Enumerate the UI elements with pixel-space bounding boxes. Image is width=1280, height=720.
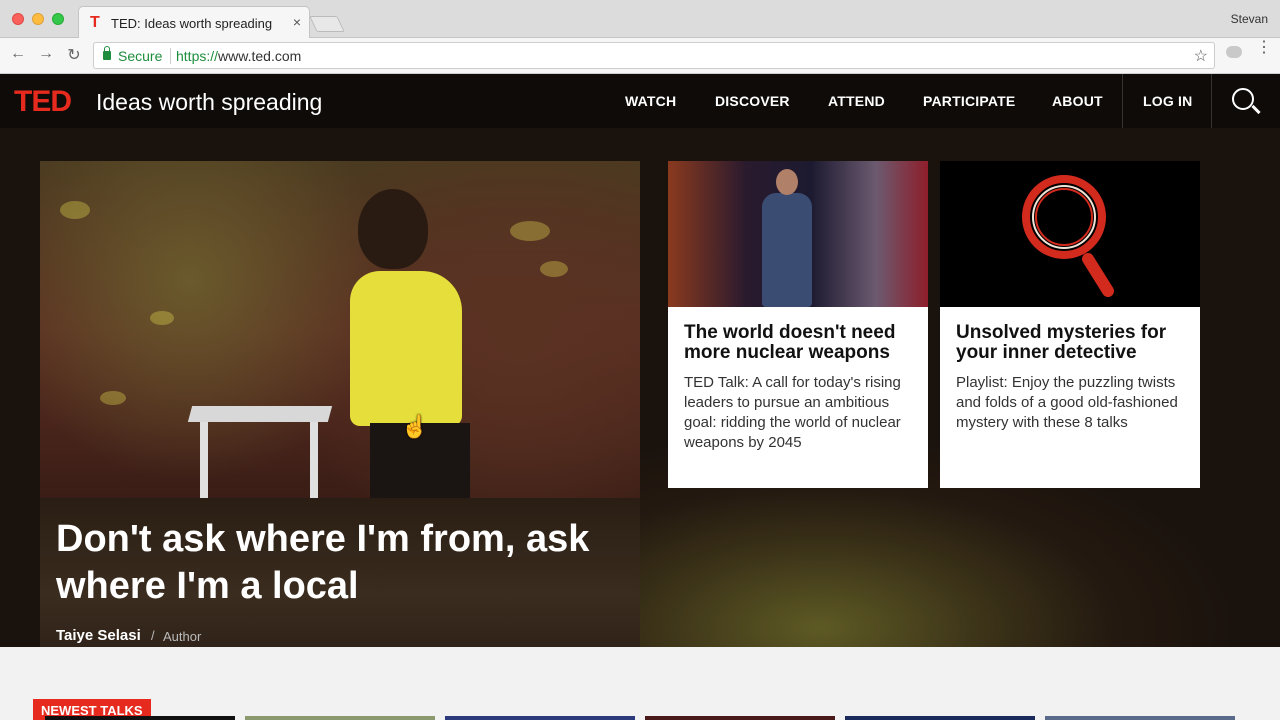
login-link[interactable]: LOG IN bbox=[1143, 93, 1192, 109]
talk-card-image[interactable] bbox=[668, 161, 928, 307]
url-text[interactable]: https://www.ted.com bbox=[176, 48, 301, 64]
profile-name[interactable]: Stevan bbox=[1231, 12, 1268, 26]
url-host: www.ted.com bbox=[218, 48, 302, 64]
author-separator: / bbox=[151, 628, 155, 643]
speaker-jacket bbox=[350, 271, 462, 426]
search-icon[interactable] bbox=[1232, 88, 1254, 110]
talk-thumbnail[interactable] bbox=[645, 716, 835, 720]
talk-thumbnail[interactable] bbox=[245, 716, 435, 720]
stage-light bbox=[60, 201, 90, 219]
featured-talk[interactable]: Don't ask where I'm from, ask where I'm … bbox=[40, 161, 640, 660]
speaker-figure bbox=[756, 169, 816, 307]
hand-cursor-icon: ☝ bbox=[401, 414, 429, 439]
site-tagline[interactable]: Ideas worth spreading bbox=[96, 89, 322, 116]
featured-talk-caption: Don't ask where I'm from, ask where I'm … bbox=[40, 498, 640, 660]
tab-title: TED: Ideas worth spreading bbox=[111, 16, 273, 31]
playlist-card-image[interactable] bbox=[940, 161, 1200, 307]
minimize-window-button[interactable] bbox=[32, 13, 44, 25]
featured-talk-image[interactable] bbox=[40, 161, 640, 498]
stage-light bbox=[510, 221, 550, 241]
talk-thumbnail[interactable] bbox=[845, 716, 1035, 720]
speaker-body bbox=[762, 193, 812, 307]
speaker-head bbox=[358, 189, 428, 269]
tab-close-icon[interactable]: × bbox=[293, 14, 301, 30]
stage-light bbox=[540, 261, 568, 277]
maximize-window-button[interactable] bbox=[52, 13, 64, 25]
close-window-button[interactable] bbox=[12, 13, 24, 25]
browser-menu-icon[interactable]: ⋮ bbox=[1256, 40, 1272, 56]
url-protocol: https:// bbox=[176, 48, 219, 64]
ted-logo[interactable]: TED bbox=[14, 85, 72, 119]
reload-icon[interactable]: ↻ bbox=[65, 45, 83, 65]
featured-talk-title[interactable]: Don't ask where I'm from, ask where I'm … bbox=[56, 516, 636, 610]
stage-light bbox=[100, 391, 126, 405]
new-tab-button[interactable] bbox=[309, 16, 345, 32]
stage-light bbox=[150, 311, 174, 325]
nav-attend[interactable]: ATTEND bbox=[828, 93, 885, 109]
talk-thumbnail[interactable] bbox=[445, 716, 635, 720]
playlist-card[interactable]: Unsolved mysteries for your inner detect… bbox=[940, 161, 1200, 488]
talk-card-title[interactable]: The world doesn't need more nuclear weap… bbox=[684, 323, 914, 363]
lock-icon bbox=[103, 46, 111, 60]
nav-participate[interactable]: PARTICIPATE bbox=[923, 93, 1015, 109]
lectern-top bbox=[187, 406, 333, 422]
browser-tab[interactable]: T TED: Ideas worth spreading × bbox=[78, 6, 310, 38]
newest-talks-section bbox=[0, 647, 1280, 720]
forward-icon[interactable]: → bbox=[37, 45, 55, 63]
bookmark-star-icon[interactable]: ☆ bbox=[1194, 46, 1208, 66]
secure-label: Secure bbox=[118, 48, 163, 64]
browser-toolbar: ← → ↻ Secure https://www.ted.com ☆ ⋮ bbox=[0, 38, 1280, 74]
back-icon[interactable]: ← bbox=[9, 45, 27, 63]
nav-watch[interactable]: WATCH bbox=[625, 93, 676, 109]
featured-talk-author[interactable]: Taiye Selasi bbox=[56, 627, 141, 644]
extension-cloud-icon[interactable] bbox=[1226, 46, 1242, 58]
talk-card-description: TED Talk: A call for today's rising lead… bbox=[684, 374, 901, 451]
playlist-card-title[interactable]: Unsolved mysteries for your inner detect… bbox=[956, 323, 1186, 363]
talk-thumbnail[interactable] bbox=[45, 716, 235, 720]
lectern bbox=[187, 406, 333, 498]
lectern-leg bbox=[310, 422, 318, 498]
site-header: TED Ideas worth spreading WATCH DISCOVER… bbox=[0, 74, 1280, 128]
magnifying-glass-icon bbox=[1022, 175, 1114, 297]
ted-favicon-icon: T bbox=[90, 14, 100, 31]
featured-talk-role: Author bbox=[163, 629, 202, 644]
address-separator bbox=[170, 48, 171, 64]
nav-divider bbox=[1211, 74, 1212, 128]
nav-divider bbox=[1122, 74, 1123, 128]
browser-tab-bar: T TED: Ideas worth spreading × Stevan bbox=[0, 0, 1280, 38]
playlist-card-description: Playlist: Enjoy the puzzling twists and … bbox=[956, 374, 1178, 431]
talk-thumbnail[interactable] bbox=[1045, 716, 1235, 720]
nav-about[interactable]: ABOUT bbox=[1052, 93, 1103, 109]
address-bar[interactable]: Secure https://www.ted.com ☆ bbox=[93, 42, 1215, 69]
speaker-head bbox=[776, 169, 798, 195]
talk-card[interactable]: The world doesn't need more nuclear weap… bbox=[668, 161, 928, 488]
lectern-leg bbox=[200, 422, 208, 498]
nav-discover[interactable]: DISCOVER bbox=[715, 93, 790, 109]
